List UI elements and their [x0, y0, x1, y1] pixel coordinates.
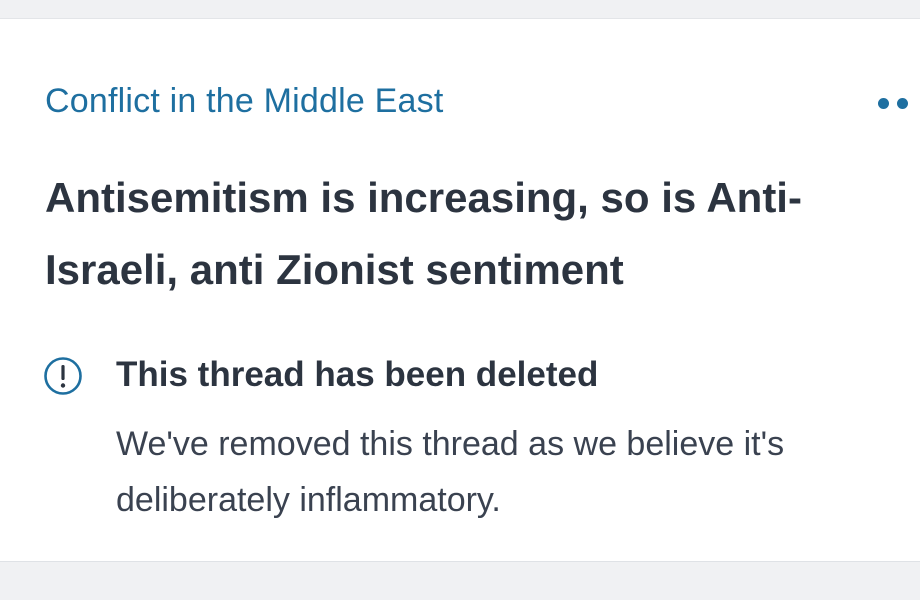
menu-dot [878, 97, 889, 109]
menu-dot [897, 97, 908, 109]
thread-title[interactable]: Antisemitism is increasing, so is Anti-I… [45, 162, 895, 306]
next-card-edge [0, 562, 920, 600]
deleted-notice-body: We've removed this thread as we believe … [116, 425, 785, 519]
deleted-notice-heading: This thread has been deleted [116, 355, 599, 394]
more-options-icon[interactable] [878, 93, 920, 113]
previous-card-edge [0, 0, 920, 19]
info-alert-icon [44, 357, 82, 395]
topic-link[interactable]: Conflict in the Middle East [45, 79, 443, 123]
thread-card: Conflict in the Middle East Antisemitism… [0, 19, 920, 562]
